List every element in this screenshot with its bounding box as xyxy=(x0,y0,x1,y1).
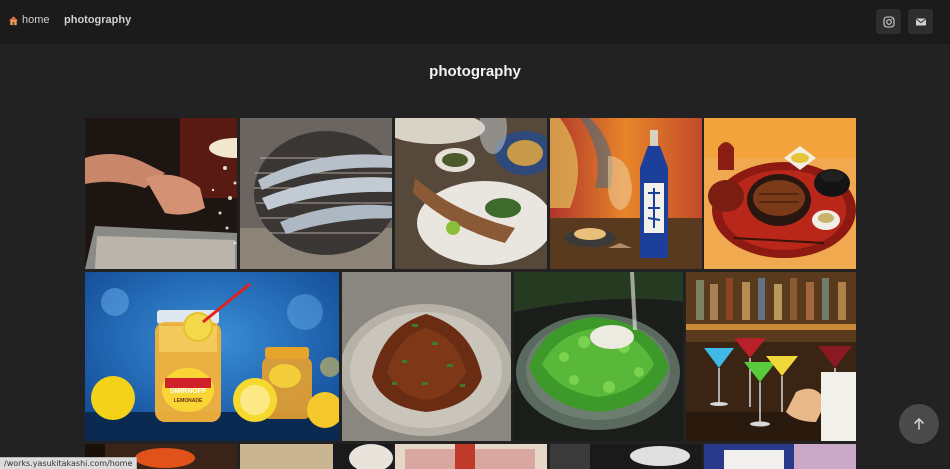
house-icon xyxy=(8,15,19,25)
photo-fish-dish-with-sake-glass[interactable] xyxy=(395,118,547,269)
photo-partial-5[interactable] xyxy=(550,444,702,469)
jar-label-text: LEMONADE xyxy=(174,398,203,404)
instagram-button[interactable] xyxy=(876,9,901,34)
photography-link[interactable]: photography xyxy=(64,14,131,26)
photo-bar-cocktails[interactable] xyxy=(686,272,856,441)
arrow-up-icon xyxy=(914,418,924,430)
photo-fried-rice-plate[interactable] xyxy=(342,272,511,441)
photo-green-salad-plate[interactable] xyxy=(514,272,683,441)
instagram-icon xyxy=(882,15,895,28)
page-title: photography xyxy=(429,63,521,80)
home-link[interactable]: home xyxy=(8,14,50,26)
photo-smirnoff-lemonade-jars[interactable]: SMIRNOFF LEMONADE xyxy=(85,272,339,441)
top-nav-bar: home photography xyxy=(0,0,950,44)
photo-unagi-jubako-set[interactable] xyxy=(704,118,856,269)
photo-partial-6[interactable] xyxy=(704,444,856,469)
home-link-label: home xyxy=(22,14,50,26)
link-status-bar: /works.yasukitakashi.com/home xyxy=(0,457,138,469)
photo-rice-seasoning[interactable] xyxy=(85,118,237,269)
mail-icon xyxy=(915,18,926,25)
mail-button[interactable] xyxy=(908,9,933,34)
jar-brand-text: SMIRNOFF xyxy=(170,388,207,395)
photo-partial-3[interactable] xyxy=(333,444,393,469)
photo-partial-4[interactable] xyxy=(395,444,547,469)
photo-grilled-sanma[interactable] xyxy=(240,118,392,269)
photo-sake-bottle-with-glass[interactable] xyxy=(550,118,702,269)
scroll-to-top-button[interactable] xyxy=(899,404,939,444)
